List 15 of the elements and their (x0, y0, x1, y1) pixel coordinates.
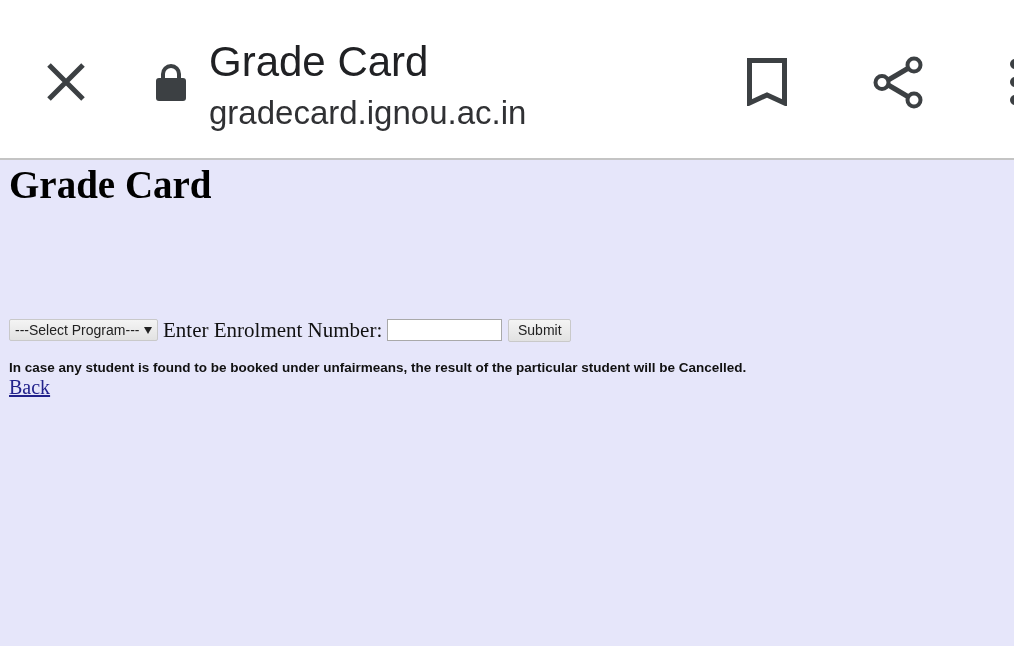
more-menu-icon[interactable] (1008, 59, 1014, 105)
close-icon[interactable] (47, 63, 85, 101)
page-title: Grade Card (209, 37, 429, 87)
lock-icon[interactable] (156, 63, 186, 101)
program-select[interactable]: ---Select Program--- (9, 319, 158, 341)
submit-button[interactable]: Submit (508, 318, 572, 342)
enrolment-label: Enter Enrolment Number: (163, 318, 383, 342)
back-link[interactable]: Back (9, 376, 51, 398)
bookmark-icon[interactable] (747, 58, 787, 106)
enrolment-field[interactable] (387, 319, 503, 341)
notice-text: In case any student is found to be booked under unfairmeans, the result of the particular student will be Cancelled. (9, 359, 747, 376)
page-heading: Grade Card (9, 163, 212, 207)
share-icon[interactable] (873, 55, 923, 109)
caret-icon (144, 326, 152, 334)
page-url: gradecard.ignou.ac.in (209, 93, 527, 133)
